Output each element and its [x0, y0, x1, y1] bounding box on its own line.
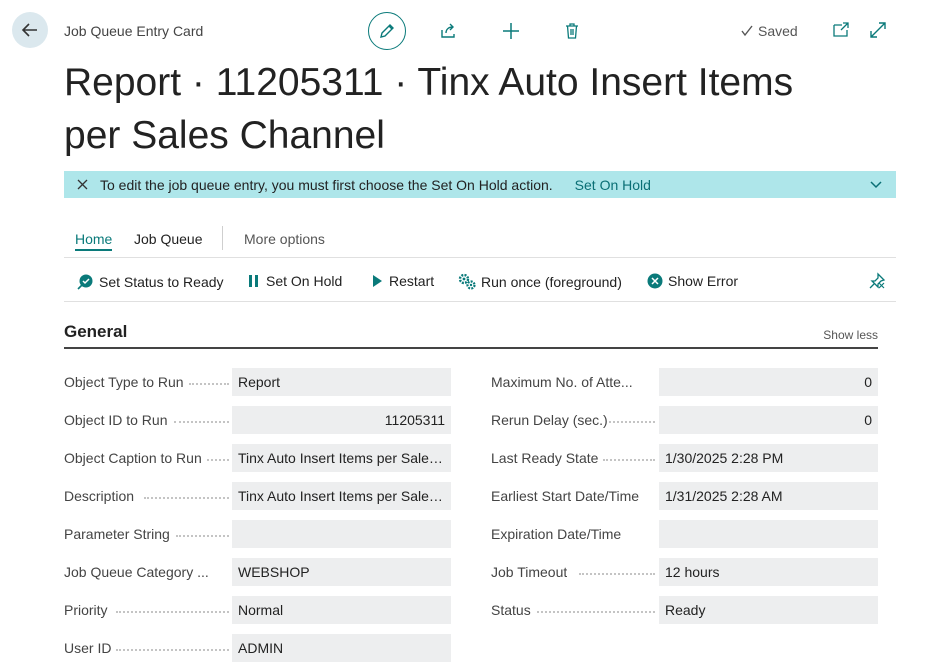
field-description: Description Tinx Auto Insert Items per S…	[64, 482, 451, 510]
tab-more-options[interactable]: More options	[244, 231, 325, 247]
saved-status: Saved	[740, 23, 798, 39]
job-queue-category-field[interactable]: WEBSHOP	[232, 558, 451, 586]
action-tabs: Home Job Queue More options	[64, 226, 896, 258]
show-error-label: Show Error	[668, 273, 739, 289]
open-new-window-button[interactable]	[831, 20, 851, 40]
user-id-field[interactable]: ADMIN	[232, 634, 451, 662]
set-status-ready-label: Set Status to Ready	[99, 273, 224, 290]
parameter-string-field[interactable]	[232, 520, 451, 548]
open-new-window-icon	[833, 22, 849, 37]
share-icon	[441, 23, 455, 38]
delete-button[interactable]	[561, 20, 583, 42]
field-label: Job Timeout	[491, 564, 568, 580]
job-timeout-field[interactable]: 12 hours	[659, 558, 878, 586]
field-expiration: Expiration Date/Time	[491, 520, 878, 548]
field-label: Job Queue Category ...	[64, 564, 209, 580]
new-button[interactable]	[500, 20, 522, 42]
expand-icon	[870, 22, 886, 38]
chevron-down-icon	[870, 181, 882, 189]
check-icon	[741, 25, 753, 37]
ready-icon	[77, 274, 93, 290]
priority-field[interactable]: Normal	[232, 596, 451, 624]
plus-icon	[503, 23, 519, 39]
tab-home[interactable]: Home	[75, 231, 113, 251]
field-last-ready-state: Last Ready State 1/30/2025 2:28 PM	[491, 444, 878, 472]
field-label: Status	[491, 602, 531, 618]
status-field[interactable]: Ready	[659, 596, 878, 624]
restart-button[interactable]: Restart	[370, 273, 434, 289]
pencil-icon	[380, 24, 394, 38]
max-attempts-field[interactable]: 0	[659, 368, 878, 396]
field-label: Object ID to Run	[64, 412, 168, 428]
field-label: Object Caption to Run	[64, 450, 202, 466]
back-button[interactable]	[12, 12, 48, 48]
breadcrumb: Job Queue Entry Card	[64, 23, 204, 39]
gears-icon	[458, 273, 476, 290]
field-label: Expiration Date/Time	[491, 526, 622, 542]
rerun-delay-field[interactable]: 0	[659, 406, 878, 434]
pause-icon	[249, 275, 258, 287]
error-icon	[647, 273, 663, 289]
field-status: Status Ready	[491, 596, 878, 624]
field-parameter-string: Parameter String	[64, 520, 451, 548]
field-label: Rerun Delay (sec.)	[491, 412, 608, 428]
field-label: Priority	[64, 602, 108, 618]
tab-job-queue[interactable]: Job Queue	[134, 231, 203, 247]
trash-icon	[566, 23, 578, 39]
run-once-button[interactable]: Run once (foreground)	[458, 273, 622, 290]
field-label: Description	[64, 488, 135, 504]
field-label: Parameter String	[64, 526, 170, 542]
field-label: Maximum No. of Atte...	[491, 374, 633, 390]
general-section-header: General Show less	[64, 322, 878, 349]
show-error-button[interactable]: Show Error	[647, 273, 738, 289]
set-status-ready-button[interactable]: Set Status to Ready	[77, 273, 224, 290]
edit-button[interactable]	[368, 12, 406, 50]
saved-label: Saved	[758, 23, 798, 39]
pin-action-bar-button[interactable]	[869, 272, 886, 292]
restart-label: Restart	[389, 273, 435, 289]
field-job-timeout: Job Timeout 12 hours	[491, 558, 878, 586]
play-icon	[373, 275, 382, 287]
object-type-field[interactable]: Report	[232, 368, 451, 396]
pin-icon	[869, 272, 886, 289]
field-label: Object Type to Run	[64, 374, 184, 390]
field-max-attempts: Maximum No. of Atte... 0	[491, 368, 878, 396]
field-rerun-delay: Rerun Delay (sec.) 0	[491, 406, 878, 434]
field-object-caption: Object Caption to Run Tinx Auto Insert I…	[64, 444, 451, 472]
set-on-hold-label: Set On Hold	[266, 273, 343, 289]
field-user-id: User ID ADMIN	[64, 634, 451, 662]
field-label: Earliest Start Date/Time	[491, 488, 640, 504]
object-id-field[interactable]: 11205311	[232, 406, 451, 434]
arrow-left-icon	[21, 23, 37, 37]
share-button[interactable]	[438, 20, 460, 42]
set-on-hold-button[interactable]: Set On Hold	[247, 273, 342, 289]
action-bar: Set Status to Ready Set On Hold Restart …	[64, 262, 896, 302]
expand-button[interactable]	[868, 20, 888, 40]
banner-set-on-hold-link[interactable]: Set On Hold	[575, 177, 651, 193]
earliest-start-field[interactable]: 1/31/2025 2:28 AM	[659, 482, 878, 510]
field-priority: Priority Normal	[64, 596, 451, 624]
notification-banner: To edit the job queue entry, you must fi…	[64, 171, 896, 198]
field-label: User ID	[64, 640, 112, 656]
last-ready-state-field[interactable]: 1/30/2025 2:28 PM	[659, 444, 878, 472]
field-object-id: Object ID to Run 11205311	[64, 406, 451, 434]
show-less-link[interactable]: Show less	[823, 328, 878, 342]
banner-close-button[interactable]	[64, 179, 100, 190]
description-field[interactable]: Tinx Auto Insert Items per Sales ...	[232, 482, 451, 510]
close-icon	[77, 179, 87, 190]
object-caption-field[interactable]: Tinx Auto Insert Items per Sales ...	[232, 444, 451, 472]
expiration-field[interactable]	[659, 520, 878, 548]
tab-divider	[222, 226, 223, 250]
page-title: Report · 11205311 · Tinx Auto Insert Ite…	[64, 61, 794, 157]
run-once-label: Run once (foreground)	[481, 273, 622, 290]
field-job-queue-category: Job Queue Category ... WEBSHOP	[64, 558, 451, 586]
field-label: Last Ready State	[491, 450, 599, 466]
field-object-type: Object Type to Run Report	[64, 368, 451, 396]
field-earliest-start: Earliest Start Date/Time 1/31/2025 2:28 …	[491, 482, 878, 510]
banner-message: To edit the job queue entry, you must fi…	[100, 176, 553, 193]
banner-expand-button[interactable]	[870, 177, 882, 193]
general-section-title[interactable]: General	[64, 322, 127, 342]
